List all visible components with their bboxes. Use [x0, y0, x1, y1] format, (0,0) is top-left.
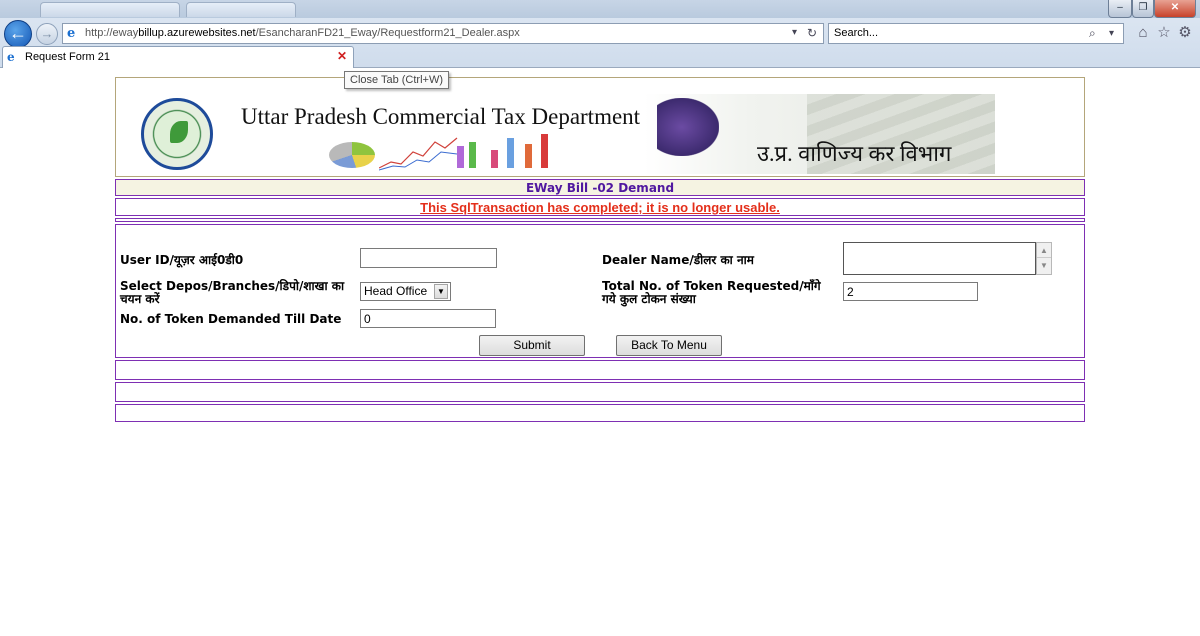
title-bar — [0, 0, 1200, 18]
submit-button[interactable]: Submit — [479, 335, 585, 356]
form-title: EWay Bill -02 Demand — [525, 181, 675, 195]
banner-container: Uttar Pradesh Commercial Tax Department … — [115, 77, 1085, 177]
dealer-name-label: Dealer Name/डीलर का नाम — [602, 253, 754, 267]
close-window-button[interactable]: ✕ — [1154, 0, 1196, 18]
up-map-graphic — [657, 98, 719, 156]
ie-icon: e — [67, 26, 76, 41]
search-box[interactable]: Search... ⌕ ▾ — [828, 23, 1124, 44]
refresh-icon[interactable]: ↻ — [807, 26, 817, 40]
search-dropdown-icon[interactable]: ▾ — [1109, 28, 1114, 39]
favorites-icon[interactable]: ☆ — [1155, 24, 1173, 42]
user-id-label: User ID/यूज़र आई0डी0 — [120, 253, 244, 267]
line-chart-graphic — [379, 137, 458, 171]
address-bar[interactable]: e http://ewaybillup.azurewebsites.net/Es… — [62, 23, 824, 44]
browser-chrome: – ❐ ✕ ← → e http://ewaybillup.azurewebsi… — [0, 0, 1200, 68]
empty-row — [115, 382, 1085, 402]
search-icon[interactable]: ⌕ — [1089, 26, 1096, 41]
back-button[interactable]: ← — [4, 20, 32, 48]
close-tab-icon[interactable]: ✕ — [337, 49, 347, 63]
tab-request-form[interactable]: e Request Form 21 ✕ — [2, 46, 354, 68]
bar-graphic — [491, 150, 498, 168]
background-tab[interactable] — [186, 2, 296, 17]
total-tokens-input[interactable]: 2 — [843, 282, 978, 301]
error-bar: This SqlTransaction has completed; it is… — [115, 198, 1085, 216]
dropdown-arrow-icon[interactable]: ▾ — [792, 27, 797, 38]
department-title-hindi: उ.प्र. वाणिज्य कर विभाग — [757, 141, 952, 166]
total-tokens-label: Total No. of Token Requested/माँगे गये क… — [602, 279, 821, 306]
bar-graphic — [507, 138, 514, 168]
header-banner: Uttar Pradesh Commercial Tax Department … — [117, 94, 995, 174]
depot-label: Select Depos/Branches/डिपो/शाखा का चयन क… — [120, 279, 345, 306]
search-input[interactable]: Search... — [834, 27, 878, 39]
bar-graphic — [457, 146, 464, 168]
tooltip: Close Tab (Ctrl+W) — [344, 71, 450, 89]
empty-row — [115, 360, 1085, 380]
ie-icon: e — [7, 50, 15, 64]
pie-chart-graphic — [329, 142, 375, 168]
bar-graphic — [469, 142, 476, 168]
bar-graphic — [541, 134, 548, 168]
department-title-english: Uttar Pradesh Commercial Tax Department — [241, 104, 641, 129]
depot-selected-value: Head Office — [364, 284, 428, 298]
error-message: This SqlTransaction has completed; it is… — [420, 200, 780, 215]
url-text: http://ewaybillup.azurewebsites.net/Esan… — [85, 27, 520, 39]
forward-button[interactable]: → — [36, 23, 58, 45]
back-to-menu-button[interactable]: Back To Menu — [616, 335, 722, 356]
request-form: User ID/यूज़र आई0डी0 Dealer Name/डीलर का… — [115, 224, 1085, 358]
background-tab[interactable] — [40, 2, 180, 17]
empty-row — [115, 404, 1085, 422]
dealer-name-textarea[interactable] — [843, 242, 1036, 275]
scroll-up-icon[interactable]: ▲ — [1037, 243, 1051, 258]
chevron-down-icon[interactable]: ▼ — [434, 284, 448, 299]
tokens-till-date-label: No. of Token Demanded Till Date — [120, 312, 342, 326]
bar-graphic — [525, 144, 532, 168]
user-id-input[interactable] — [360, 248, 497, 268]
scroll-down-icon[interactable]: ▼ — [1037, 258, 1051, 273]
separator-bar — [115, 218, 1085, 222]
restore-button[interactable]: ❐ — [1132, 0, 1154, 18]
tokens-till-date-input[interactable]: 0 — [360, 309, 496, 328]
home-icon[interactable]: ⌂ — [1134, 24, 1152, 42]
tab-label: Request Form 21 — [25, 51, 110, 63]
depot-select[interactable]: Head Office ▼ — [360, 282, 451, 301]
minimize-button[interactable]: – — [1108, 0, 1132, 18]
dealer-name-scrollbar[interactable]: ▲ ▼ — [1036, 242, 1052, 275]
form-header-bar: EWay Bill -02 Demand — [115, 179, 1085, 196]
department-seal-logo — [141, 98, 213, 170]
gear-icon[interactable]: ⚙ — [1176, 24, 1194, 42]
